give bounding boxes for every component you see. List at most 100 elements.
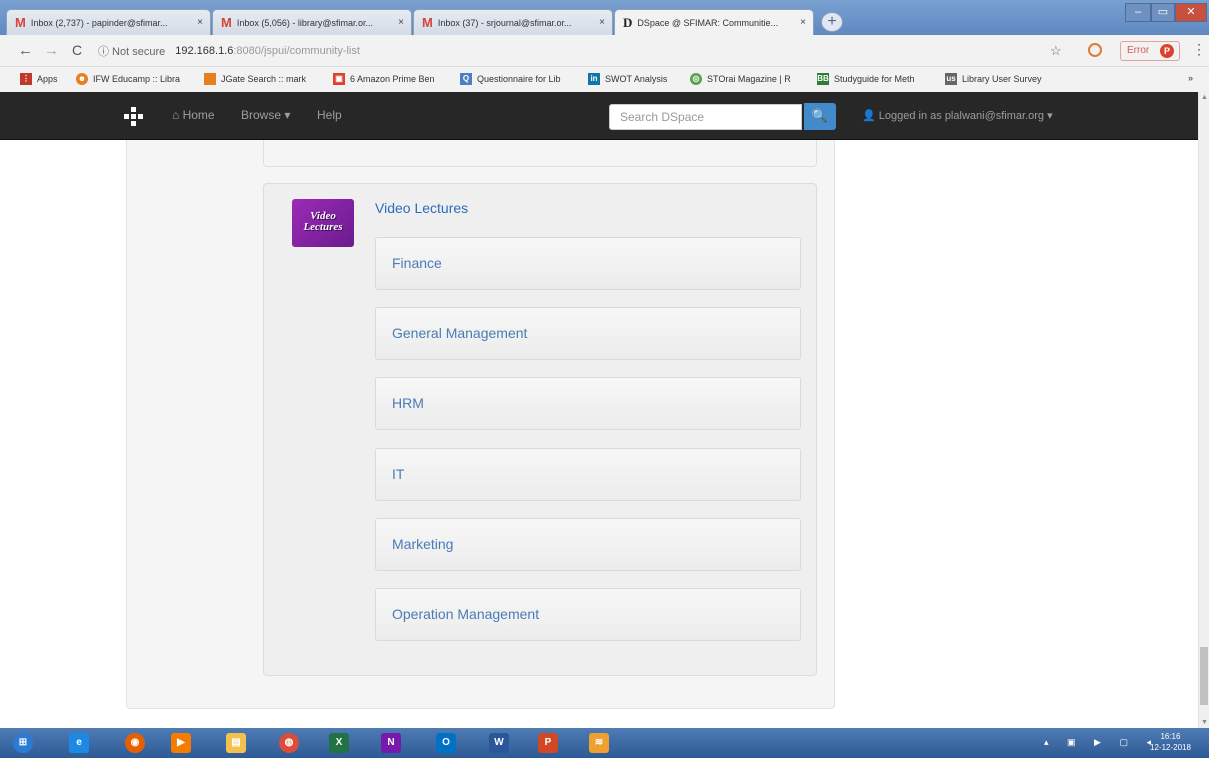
subcommunity-finance[interactable]: Finance: [375, 237, 801, 290]
bookmark-swot[interactable]: in SWOT Analysis: [588, 73, 667, 85]
taskbar-onenote[interactable]: N: [370, 730, 412, 756]
nav-help[interactable]: Help: [317, 108, 342, 122]
page-scrollbar[interactable]: ▲ ▼: [1198, 92, 1209, 728]
subcommunity-it[interactable]: IT: [375, 448, 801, 501]
user-menu[interactable]: 👤 Logged in as plalwani@sfimar.org ▾: [862, 109, 1053, 122]
nav-browse[interactable]: Browse ▾: [241, 108, 290, 122]
taskbar-media[interactable]: ▶: [160, 730, 202, 756]
storai-icon: ◎: [690, 73, 702, 85]
amazon-icon: ▣: [333, 73, 345, 85]
community-title-link[interactable]: Video Lectures: [375, 200, 468, 216]
subcommunity-hrm[interactable]: HRM: [375, 377, 801, 430]
subcommunity-operation-management[interactable]: Operation Management: [375, 588, 801, 641]
minimize-button[interactable]: –: [1125, 3, 1151, 22]
subcommunity-link[interactable]: Operation Management: [392, 606, 539, 622]
tab-gmail-2[interactable]: M Inbox (5,056) - library@sfimar.or... ×: [212, 9, 412, 35]
bookmark-questionnaire[interactable]: Q Questionnaire for Lib: [460, 73, 561, 85]
taskbar-word[interactable]: W: [478, 730, 520, 756]
scrollbar-thumb[interactable]: [1200, 647, 1208, 705]
bookmark-storai[interactable]: ◎ STOrai Magazine | R: [690, 73, 791, 85]
questionnaire-icon: Q: [460, 73, 472, 85]
gmail-icon: M: [221, 15, 232, 30]
subcommunity-link[interactable]: Finance: [392, 255, 442, 271]
tab-label: Inbox (37) - srjournal@sfimar.or...: [437, 17, 572, 28]
tab-label: Inbox (5,056) - library@sfimar.or...: [236, 17, 374, 28]
powerpoint-icon: P: [538, 733, 558, 753]
onenote-icon: N: [381, 733, 401, 753]
taskbar-powerpoint[interactable]: P: [527, 730, 569, 756]
tab-gmail-1[interactable]: M Inbox (2,737) - papinder@sfimar... ×: [6, 9, 211, 35]
bookmark-jgate[interactable]: JGate Search :: mark: [204, 73, 306, 85]
bookmark-label: Apps: [37, 74, 58, 84]
system-tray[interactable]: ▴ ▣ ▶ ▢ ◂: [1044, 737, 1159, 748]
forward-button[interactable]: →: [44, 42, 59, 59]
ie-icon: e: [69, 733, 89, 753]
app-icon: ≋: [589, 733, 609, 753]
new-tab-button[interactable]: +: [821, 12, 843, 32]
tab-dspace[interactable]: D DSpace @ SFIMAR: Communitie... ×: [614, 9, 814, 35]
back-button[interactable]: ←: [18, 42, 33, 59]
windows-start-icon: ⊞: [13, 733, 33, 753]
bookmarks-overflow-icon[interactable]: »: [1188, 73, 1193, 83]
taskbar-app[interactable]: ≋: [578, 730, 620, 756]
clock-date: 12-12-2018: [1150, 743, 1191, 752]
bookmarks-bar: ⋮ Apps ☻ IFW Educamp :: Libra JGate Search…: [0, 67, 1209, 92]
maximize-button[interactable]: ▭: [1151, 3, 1175, 22]
extension-icon[interactable]: [1088, 43, 1102, 57]
close-icon[interactable]: ×: [599, 17, 605, 28]
close-icon[interactable]: ×: [398, 17, 404, 28]
bookmark-ifw[interactable]: ☻ IFW Educamp :: Libra: [76, 73, 180, 85]
taskbar-explorer[interactable]: ▤: [215, 730, 257, 756]
close-icon[interactable]: ×: [800, 17, 806, 28]
security-indicator[interactable]: ⓘ Not secure: [98, 43, 165, 59]
tab-gmail-3[interactable]: M Inbox (37) - srjournal@sfimar.or... ×: [413, 9, 613, 35]
chrome-menu-icon[interactable]: ⋮: [1192, 41, 1206, 58]
taskbar-outlook[interactable]: O: [425, 730, 467, 756]
windows-taskbar: ⊞ e ◉ ▶ ▤ ◍ X N O W P ≋ ▴ ▣ ▶ ▢ ◂ 16:16 1…: [0, 728, 1209, 758]
bookmark-apps[interactable]: ⋮ Apps: [20, 73, 58, 85]
bookmark-star-icon[interactable]: ☆: [1050, 43, 1062, 59]
profile-error-button[interactable]: Error P: [1120, 41, 1180, 61]
reload-button[interactable]: C: [72, 42, 82, 58]
bookmark-studyguide[interactable]: BB Studyguide for Meth: [817, 73, 915, 85]
subcommunity-link[interactable]: General Management: [392, 325, 527, 341]
taskbar-excel[interactable]: X: [318, 730, 360, 756]
taskbar-ie[interactable]: e: [58, 730, 100, 756]
gmail-icon: M: [422, 15, 433, 30]
search-icon: 🔍: [811, 108, 829, 123]
tab-label: Inbox (2,737) - papinder@sfimar...: [30, 17, 168, 28]
word-icon: W: [489, 733, 509, 753]
subcommunity-link[interactable]: Marketing: [392, 536, 453, 552]
scroll-up-icon[interactable]: ▲: [1201, 94, 1208, 101]
avatar: P: [1160, 44, 1174, 58]
subcommunity-general-management[interactable]: General Management: [375, 307, 801, 360]
bookmark-label: Library User Survey: [962, 74, 1042, 84]
address-bar[interactable]: ⓘ Not secure 192.168.1.6:8080/jspui/comm…: [98, 39, 1098, 63]
error-label: Error: [1127, 45, 1150, 56]
scroll-down-icon[interactable]: ▼: [1201, 719, 1208, 726]
subcommunity-link[interactable]: HRM: [392, 395, 424, 411]
clock[interactable]: 16:16 12-12-2018: [1150, 731, 1191, 753]
nav-home[interactable]: ⌂ Home: [172, 108, 215, 122]
bookmark-label: Studyguide for Meth: [834, 74, 915, 84]
taskbar-chrome[interactable]: ◍: [268, 730, 310, 756]
bookmark-amazon[interactable]: ▣ 6 Amazon Prime Ben: [333, 73, 435, 85]
search-button[interactable]: 🔍: [804, 103, 836, 130]
subcommunity-link[interactable]: IT: [392, 466, 404, 482]
bookmark-label: STOrai Magazine | R: [707, 74, 791, 84]
bookmark-label: IFW Educamp :: Libra: [93, 74, 181, 84]
taskbar-firefox[interactable]: ◉: [114, 730, 156, 756]
search-input[interactable]: Search DSpace: [609, 104, 802, 130]
dspace-logo-icon[interactable]: [124, 107, 144, 127]
tab-label: DSpace @ SFIMAR: Communitie...: [637, 17, 779, 28]
logo-text: Video Lectures: [303, 210, 343, 233]
close-window-button[interactable]: ✕: [1175, 3, 1207, 22]
excel-icon: X: [329, 733, 349, 753]
start-button[interactable]: ⊞: [2, 730, 44, 756]
linkedin-icon: in: [588, 73, 600, 85]
close-icon[interactable]: ×: [197, 17, 203, 28]
community-logo[interactable]: Video Lectures: [292, 199, 354, 247]
studyguide-icon: BB: [817, 73, 829, 85]
subcommunity-marketing[interactable]: Marketing: [375, 518, 801, 571]
bookmark-survey[interactable]: us Library User Survey: [945, 73, 1042, 85]
